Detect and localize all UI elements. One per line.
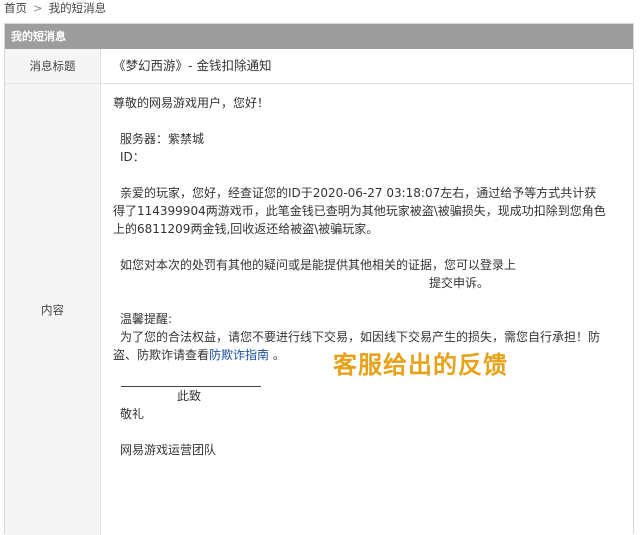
closing-2: 敬礼 xyxy=(120,407,145,421)
message-panel: 我的短消息 消息标题 《梦幻西游》- 金钱扣除通知 内容 尊敬的网易游戏用户，您… xyxy=(4,23,634,535)
server-line: 服务器：紫禁城 xyxy=(120,132,205,146)
breadcrumb-home-link[interactable]: 首页 xyxy=(4,1,27,15)
tips-line2-post: 。 xyxy=(272,348,285,362)
anti-fraud-guide-link[interactable]: 防欺诈指南 xyxy=(209,348,269,362)
message-content-row: 内容 尊敬的网易游戏用户，您好！ 服务器：紫禁城 ID： 亲爱的玩家，您好，经查… xyxy=(5,84,633,535)
overlay-caption: 客服给出的反馈 xyxy=(333,351,508,379)
breadcrumb-current: 我的短消息 xyxy=(48,1,107,15)
message-title-value: 《梦幻西游》- 金钱扣除通知 xyxy=(113,58,272,73)
message-title-label: 消息标题 xyxy=(5,49,101,83)
message-title-row: 消息标题 《梦幻西游》- 金钱扣除通知 xyxy=(5,49,633,84)
panel-title: 我的短消息 xyxy=(5,24,633,49)
tips-title: 温馨提醒: xyxy=(120,312,173,326)
para2-line1: 如您对本次的处罚有其他的疑问或是能提供其他相关的证据，您可以登录上 xyxy=(120,258,517,272)
signature: 网易游戏运营团队 xyxy=(120,443,217,457)
para1-line1: 亲爱的玩家，您好，经查证您的ID于2020-06-27 03:18:07左右，通… xyxy=(120,186,597,200)
tips-line1: 为了您的合法权益，请您不要进行线下交易，如因线下交易产生的损失，需您自行承担！防 xyxy=(120,330,601,344)
message-content-label: 内容 xyxy=(5,84,101,535)
closing-1: 此致 xyxy=(177,389,202,403)
breadcrumb: 首页 > 我的短消息 xyxy=(4,0,106,20)
para1-line2: 得了114399904两游戏币，此笔金钱已查明为其他玩家被盗\被骗损失，现成功扣… xyxy=(113,204,606,218)
para2-line2: 提交申诉。 xyxy=(429,276,490,290)
para1-line3: 上的6811209两金钱,回收返还给被盗\被骗玩家。 xyxy=(113,222,379,236)
message-body: 尊敬的网易游戏用户，您好！ 服务器：紫禁城 ID： 亲爱的玩家，您好，经查证您的… xyxy=(101,84,633,535)
tips-line2-pre: 盗、防欺诈请查看 xyxy=(113,348,210,362)
breadcrumb-separator: > xyxy=(33,1,43,15)
greeting: 尊敬的网易游戏用户，您好！ xyxy=(113,96,270,110)
id-line: ID： xyxy=(120,150,145,164)
